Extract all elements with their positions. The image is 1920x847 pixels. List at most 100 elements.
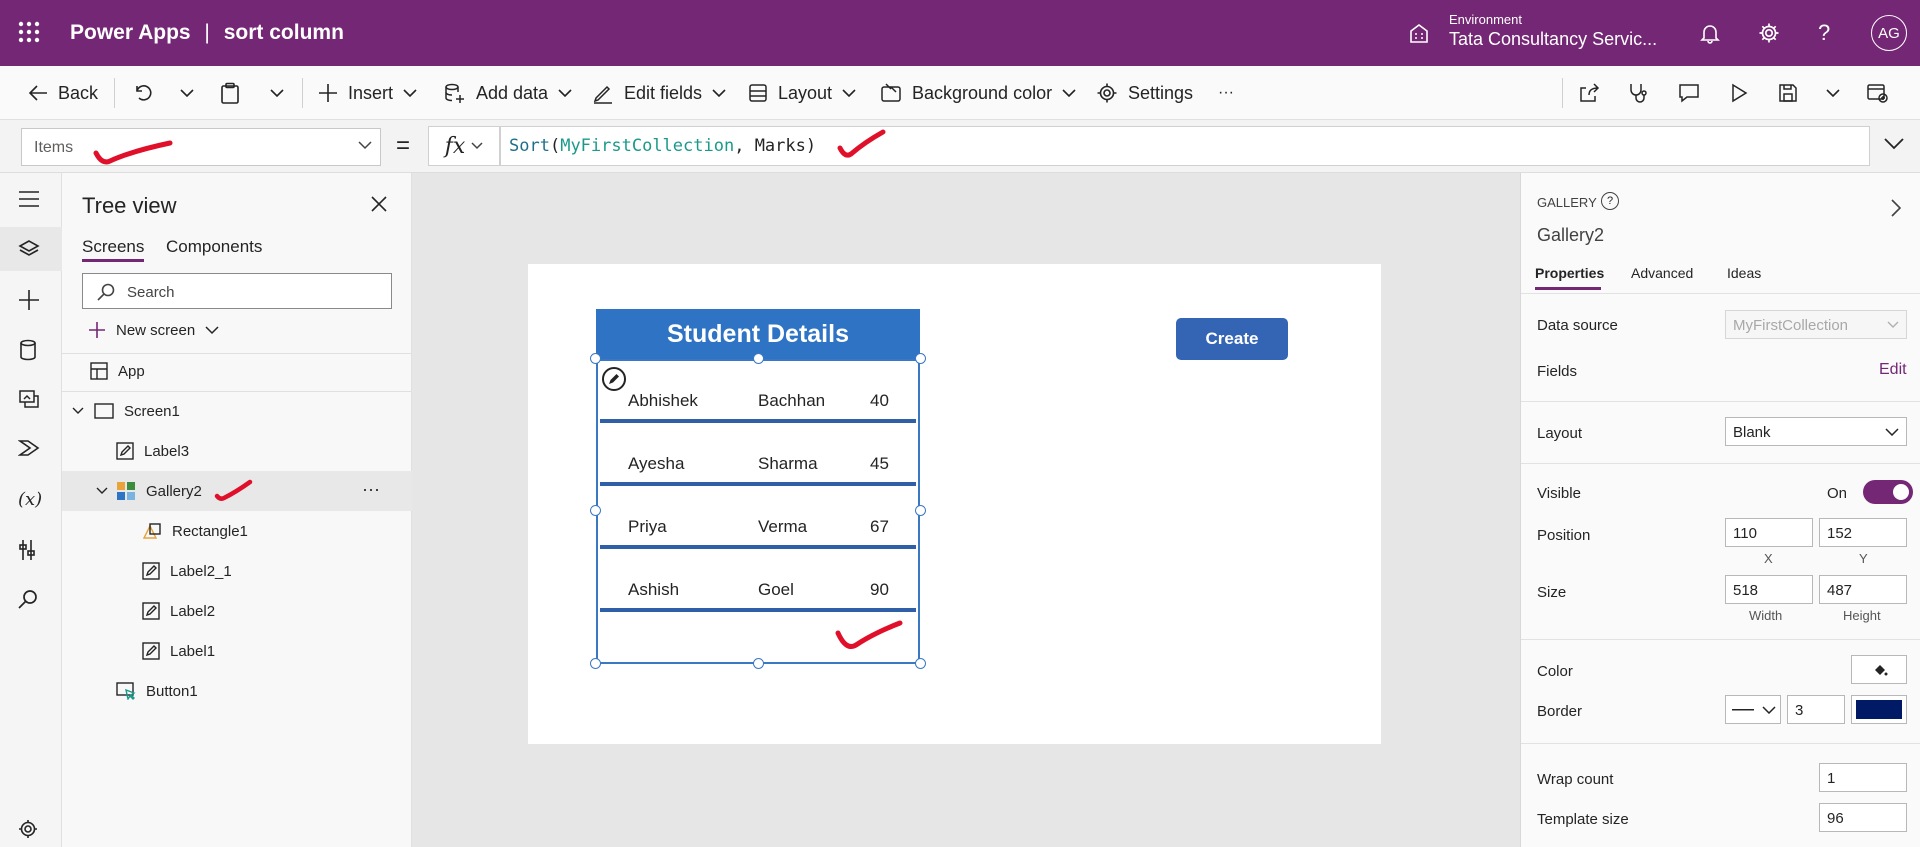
border-color-picker[interactable] xyxy=(1851,695,1907,724)
add-data-button[interactable]: Add data xyxy=(444,80,582,106)
tree-item-label2[interactable]: Label2 xyxy=(62,591,412,631)
more-commands-button[interactable]: ··· xyxy=(1218,80,1234,106)
insert-plus-icon[interactable] xyxy=(18,289,40,311)
tree-item-label1[interactable]: Label1 xyxy=(62,631,412,671)
media-icon[interactable] xyxy=(18,389,40,409)
new-screen-button[interactable]: New screen xyxy=(88,321,219,339)
function-button[interactable]: fx xyxy=(428,126,500,166)
edit-fields-button[interactable]: Edit fields xyxy=(592,80,736,106)
tree-item-rectangle1[interactable]: Rectangle1 xyxy=(62,511,412,551)
top-bar: Power Apps | sort column Environment Tat… xyxy=(0,0,1920,66)
variables-icon[interactable]: (𝑥) xyxy=(18,489,42,510)
border-style-dropdown[interactable] xyxy=(1725,695,1781,724)
settings-gear-icon[interactable] xyxy=(1758,22,1780,44)
environment-icon[interactable] xyxy=(1408,22,1430,44)
tree-item-app[interactable]: App xyxy=(62,351,412,391)
back-button[interactable]: Back xyxy=(28,80,98,106)
insert-button[interactable]: Insert xyxy=(318,80,427,106)
search-icon[interactable] xyxy=(18,589,38,609)
tab-advanced[interactable]: Advanced xyxy=(1631,265,1693,281)
resize-handle[interactable] xyxy=(915,658,926,669)
tab-screens[interactable]: Screens xyxy=(82,237,144,257)
advanced-tools-icon[interactable] xyxy=(18,539,38,561)
tab-ideas[interactable]: Ideas xyxy=(1727,265,1761,281)
resize-handle[interactable] xyxy=(753,658,764,669)
size-width-input[interactable]: 518 xyxy=(1725,575,1813,604)
expand-formula-button[interactable] xyxy=(1884,138,1904,150)
chevron-down-icon xyxy=(1762,706,1776,714)
environment-label: Environment xyxy=(1449,12,1522,27)
chevron-down-icon xyxy=(403,88,417,97)
fill-color-picker[interactable] xyxy=(1851,655,1907,684)
app-launcher-icon[interactable] xyxy=(18,21,40,43)
resize-handle[interactable] xyxy=(915,353,926,364)
wrap-count-input[interactable]: 1 xyxy=(1819,763,1907,792)
help-icon[interactable]: ? xyxy=(1601,192,1619,210)
power-automate-icon[interactable] xyxy=(18,439,40,457)
settings-button[interactable]: Settings xyxy=(1096,80,1193,106)
formula-input[interactable]: Sort(MyFirstCollection, Marks) xyxy=(500,126,1870,166)
fields-label: Fields xyxy=(1537,363,1578,380)
undo-button[interactable] xyxy=(132,80,162,106)
gallery-row[interactable]: Ashish Goel 90 xyxy=(598,550,918,613)
share-button[interactable] xyxy=(1578,80,1610,106)
background-color-button[interactable]: Background color xyxy=(880,80,1086,106)
background-color-label: Background color xyxy=(912,82,1053,103)
gallery-control[interactable]: Abhishek Bachhan 40 Ayesha Sharma 45 Pri… xyxy=(596,359,920,664)
resize-handle[interactable] xyxy=(590,658,601,669)
paste-menu-button[interactable] xyxy=(270,80,294,106)
border-width-input[interactable]: 3 xyxy=(1787,695,1845,724)
edit-fields-label: Edit fields xyxy=(624,82,703,103)
user-avatar[interactable]: AG xyxy=(1871,15,1907,51)
publish-button[interactable] xyxy=(1866,80,1898,106)
app-screen-canvas[interactable]: Student Details Abhishek Bachhan 40 Ayes… xyxy=(528,264,1381,744)
add-data-label: Add data xyxy=(476,82,549,103)
tree-item-label3[interactable]: Label3 xyxy=(62,431,412,471)
position-y-input[interactable]: 152 xyxy=(1819,518,1907,547)
resize-handle[interactable] xyxy=(915,505,926,516)
settings-gear-icon[interactable] xyxy=(18,819,38,839)
tree-item-button1[interactable]: Button1 xyxy=(62,671,412,711)
preview-play-button[interactable] xyxy=(1730,80,1758,106)
tree-search-input[interactable]: Search xyxy=(82,273,392,309)
tab-properties[interactable]: Properties xyxy=(1535,265,1604,281)
edit-fields-link[interactable]: Edit xyxy=(1879,361,1907,379)
collapse-panel-chevron-icon[interactable] xyxy=(1891,199,1901,217)
paste-button[interactable] xyxy=(220,80,250,106)
position-x-input[interactable]: 110 xyxy=(1725,518,1813,547)
resize-handle[interactable] xyxy=(590,353,601,364)
back-arrow-icon xyxy=(28,85,47,101)
gallery-row[interactable]: Abhishek Bachhan 40 xyxy=(598,361,918,424)
notifications-bell-icon[interactable] xyxy=(1699,22,1721,44)
tree-item-screen1[interactable]: Screen1 xyxy=(62,391,412,431)
data-cylinder-icon[interactable] xyxy=(18,339,38,361)
app-checker-button[interactable] xyxy=(1628,80,1658,106)
comments-button[interactable] xyxy=(1678,80,1710,106)
undo-menu-button[interactable] xyxy=(180,80,204,106)
template-size-input[interactable]: 96 xyxy=(1819,803,1907,832)
help-icon[interactable]: ? xyxy=(1818,20,1830,46)
save-menu-button[interactable] xyxy=(1826,80,1850,106)
visible-toggle[interactable] xyxy=(1863,480,1913,504)
close-icon[interactable] xyxy=(370,195,388,213)
resize-handle[interactable] xyxy=(590,505,601,516)
layout-dropdown[interactable]: Blank xyxy=(1725,417,1907,446)
hamburger-menu-icon[interactable] xyxy=(18,191,40,207)
gallery-row[interactable]: Ayesha Sharma 45 xyxy=(598,424,918,487)
environment-name[interactable]: Tata Consultancy Servic... xyxy=(1449,29,1657,50)
property-dropdown[interactable]: Items xyxy=(21,128,381,166)
create-button[interactable]: Create xyxy=(1176,318,1288,360)
tree-item-more-button[interactable]: ··· xyxy=(362,479,380,500)
tab-components[interactable]: Components xyxy=(166,237,262,257)
tree-view-layers-icon[interactable] xyxy=(18,239,40,259)
size-height-input[interactable]: 487 xyxy=(1819,575,1907,604)
divider xyxy=(114,78,115,108)
tree-item-gallery2[interactable]: Gallery2 ··· xyxy=(62,471,412,511)
gallery-row[interactable]: Priya Verma 67 xyxy=(598,487,918,550)
save-button[interactable] xyxy=(1778,80,1808,106)
resize-handle[interactable] xyxy=(753,353,764,364)
annotation-checkmark-icon xyxy=(835,620,903,649)
layout-button[interactable]: Layout xyxy=(748,80,866,106)
data-source-dropdown[interactable]: MyFirstCollection xyxy=(1725,310,1907,339)
tree-item-label2_1[interactable]: Label2_1 xyxy=(62,551,412,591)
